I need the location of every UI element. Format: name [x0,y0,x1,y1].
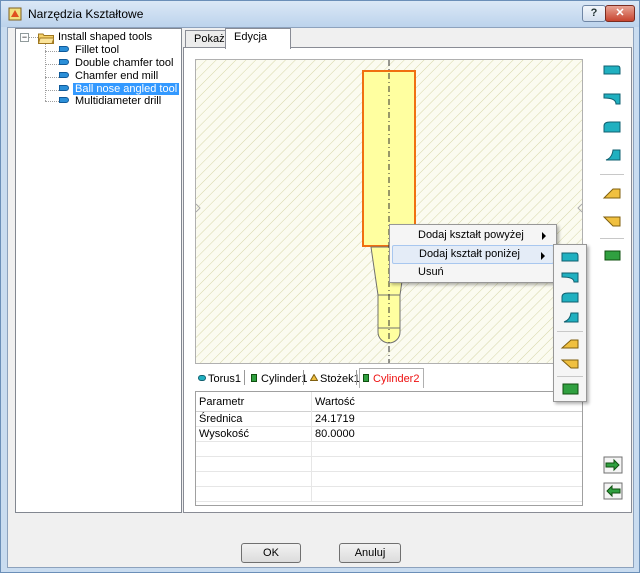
shape-preview[interactable] [195,59,583,364]
export-icon[interactable] [602,480,624,502]
context-menu: Dodaj kształt powyżej Dodaj kształt poni… [389,224,557,283]
cancel-button[interactable]: Anuluj [339,543,401,563]
add-shape-submenu [553,244,587,402]
dialog-client: − Install shaped tools Fillet tool Doubl… [7,27,634,568]
add-cylinder-icon[interactable] [559,380,581,398]
tree-item-multidiameter-drill[interactable]: Multidiameter drill [59,95,163,108]
shape-tab-cylinder2[interactable]: Cylinder2 [359,368,425,388]
folder-icon [38,33,54,44]
tool-icon [59,59,69,65]
add-torus-icon[interactable] [601,116,623,138]
tab-pokaz[interactable]: Pokaż [185,30,226,48]
add-cylinder-icon[interactable] [601,244,623,266]
tree-item-label: Multidiameter drill [75,95,162,107]
add-fillet-icon[interactable] [601,144,623,166]
add-cone-up-icon[interactable] [559,335,581,353]
add-fillet-icon[interactable] [559,309,581,327]
shape-tab-stozek1[interactable]: Stożek1 [307,370,360,388]
menu-item-delete[interactable]: Usuń [392,263,554,282]
help-button[interactable]: ? [582,5,606,22]
tree-root[interactable]: Install shaped tools [56,31,154,44]
import-icon[interactable] [602,454,624,476]
submenu-arrow-icon [541,252,545,260]
cylinder-icon [251,374,257,382]
tree-item-fillet-tool[interactable]: Fillet tool [59,44,121,57]
tree-item-chamfer-end-mill[interactable]: Chamfer end mill [59,70,160,83]
shape-toolbar [598,54,626,514]
tree-root-label: Install shaped tools [58,31,153,43]
tree-item-double-chamfer-tool[interactable]: Double chamfer tool [59,57,175,70]
table-row[interactable]: Średnica 24.1719 [196,412,582,427]
tool-icon [59,97,69,103]
param-name: Średnica [199,413,243,425]
add-concave-icon[interactable] [601,88,623,110]
tool-icon [59,85,69,91]
menu-item-label: Dodaj kształt poniżej [419,248,520,260]
tool-icon [59,46,69,52]
shape-tab-label: Torus1 [208,373,242,385]
shape-tab-torus1[interactable]: Torus1 [195,370,241,388]
column-header: Wartość [311,392,355,412]
tab-edycja[interactable]: Edycja [225,28,291,49]
shape-tab-label: Cylinder2 [373,373,420,385]
tree-item-label: Double chamfer tool [75,57,174,69]
column-header: Parametr [199,396,245,408]
shape-tab-label: Stożek1 [320,373,360,385]
tree-item-label: Ball nose angled tool [73,83,180,95]
table-row[interactable]: Wysokość 80.0000 [196,427,582,442]
table-header: Parametr Wartość [196,392,582,412]
tree-item-label: Chamfer end mill [75,70,159,82]
ok-button[interactable]: OK [241,543,301,563]
shape-drawing [195,60,583,363]
cylinder-icon [363,374,369,382]
shape-tab-label: Cylinder1 [261,373,308,385]
dialog-window: Narzędzia Kształtowe ? ✕ − Install shape… [0,0,640,573]
torus-icon [198,375,206,381]
shape-tab-cylinder1[interactable]: Cylinder1 [248,370,307,388]
menu-item-add-shape-above[interactable]: Dodaj kształt powyżej [392,226,554,245]
param-name: Wysokość [199,428,250,440]
title-bar[interactable]: Narzędzia Kształtowe ? ✕ [1,1,639,27]
parameters-table[interactable]: Parametr Wartość Średnica 24.1719 Wysoko… [195,391,583,506]
menu-item-label: Usuń [418,266,444,278]
add-cone-up-icon[interactable] [601,182,623,204]
param-value[interactable]: 24.1719 [311,412,355,427]
cone-icon [310,374,318,381]
tools-tree[interactable]: − Install shaped tools Fillet tool Doubl… [15,28,182,513]
param-value[interactable]: 80.0000 [311,427,355,442]
add-cylinder-rounded-icon[interactable] [601,60,623,82]
close-button[interactable]: ✕ [605,5,635,22]
add-cone-down-icon[interactable] [559,355,581,373]
window-title: Narzędzia Kształtowe [28,7,144,21]
collapse-toggle[interactable]: − [20,33,29,42]
add-concave-icon[interactable] [559,269,581,287]
menu-item-label: Dodaj kształt powyżej [418,229,524,241]
app-icon [8,7,22,21]
tool-icon [59,72,69,78]
tree-item-label: Fillet tool [75,44,120,56]
submenu-arrow-icon [542,232,546,240]
menu-item-add-shape-below[interactable]: Dodaj kształt poniżej [392,245,554,264]
add-cone-down-icon[interactable] [601,210,623,232]
add-cylinder-rounded-icon[interactable] [559,249,581,267]
add-torus-icon[interactable] [559,289,581,307]
